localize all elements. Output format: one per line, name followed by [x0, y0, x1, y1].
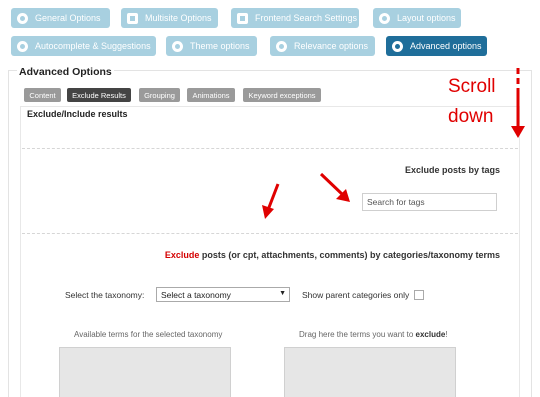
frontend-icon: [237, 12, 248, 24]
layout-icon: [379, 12, 390, 24]
annotation-down: down: [448, 106, 494, 127]
annotation-scroll: Scroll: [448, 76, 496, 97]
tags-search-input[interactable]: Search for tags: [362, 193, 497, 211]
exclude-tags-label: Exclude posts by tags: [404, 165, 500, 175]
tab-frontend-search-settings[interactable]: Frontend Search Settings: [231, 8, 359, 28]
tab-label: Autocomplete & Suggestions: [35, 41, 151, 51]
taxonomy-label: Select the taxonomy:: [65, 290, 145, 300]
advanced-gear-icon: [392, 40, 403, 52]
taxonomy-select[interactable]: Select a taxonomy ▼: [156, 287, 290, 302]
relevance-icon: [276, 40, 287, 52]
subtab-grouping[interactable]: Grouping: [139, 88, 180, 102]
tab-advanced-options[interactable]: Advanced options: [386, 36, 487, 56]
dropdown-arrow-icon: ▼: [279, 290, 286, 297]
drag-exclude-label: Drag here the terms you want to exclude!: [299, 330, 448, 339]
tab-layout-options[interactable]: Layout options: [373, 8, 461, 28]
gear-icon: [17, 12, 28, 24]
tab-label: Multisite Options: [145, 13, 212, 23]
drag-exclude-word: exclude: [415, 330, 446, 339]
subtab-content[interactable]: Content: [24, 88, 61, 102]
excluded-terms-box[interactable]: [284, 347, 456, 397]
taxonomy-select-value: Select a taxonomy: [161, 289, 231, 300]
drag-prefix-text: Drag here the terms you want to: [299, 330, 416, 339]
location-icon: [17, 40, 28, 52]
multisite-icon: [127, 12, 138, 24]
tab-label: Theme options: [190, 41, 250, 51]
tab-autocomplete-suggestions[interactable]: Autocomplete & Suggestions: [11, 36, 156, 56]
exclude-word: Exclude: [164, 250, 200, 260]
subtab-keyword-exceptions[interactable]: Keyword exceptions: [243, 88, 321, 102]
drag-suffix-text: !: [445, 330, 448, 339]
available-terms-label: Available terms for the selected taxonom…: [74, 330, 223, 339]
tab-label: Relevance options: [294, 41, 369, 51]
exclude-categories-label: Exclude posts (or cpt, attachments, comm…: [165, 250, 500, 260]
panel-title: Advanced Options: [17, 66, 114, 78]
divider: [22, 233, 518, 234]
eye-icon: [172, 40, 183, 52]
available-terms-box[interactable]: [59, 347, 231, 397]
tab-general-options[interactable]: General Options: [11, 8, 110, 28]
tab-label: Advanced options: [410, 41, 482, 51]
tab-label: General Options: [35, 13, 101, 23]
tab-label: Frontend Search Settings: [255, 13, 358, 23]
categories-rest-text: posts (or cpt, attachments, comments) by…: [199, 250, 500, 260]
tab-relevance-options[interactable]: Relevance options: [270, 36, 375, 56]
show-parent-checkbox[interactable]: [414, 290, 424, 300]
tab-theme-options[interactable]: Theme options: [166, 36, 257, 56]
subtab-animations[interactable]: Animations: [187, 88, 235, 102]
show-parent-label: Show parent categories only: [302, 290, 410, 300]
section-title: Exclude/Include results: [27, 109, 128, 119]
divider: [22, 148, 518, 149]
tab-label: Layout options: [397, 13, 456, 23]
tab-multisite-options[interactable]: Multisite Options: [121, 8, 218, 28]
subtab-exclude-results[interactable]: Exclude Results: [67, 88, 131, 102]
